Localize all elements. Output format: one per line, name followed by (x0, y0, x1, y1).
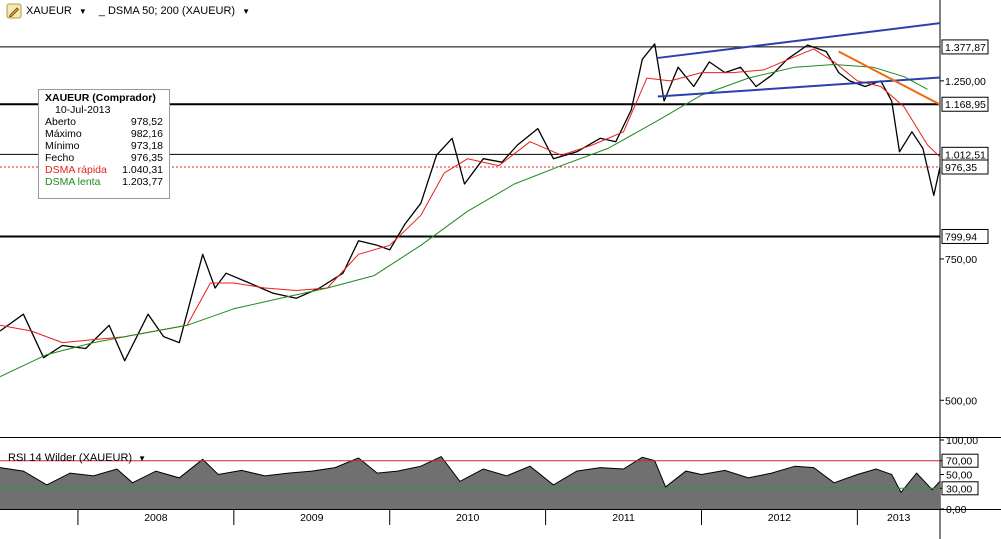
x-tick-label: 2008 (144, 512, 168, 524)
symbol-dropdown-icon[interactable]: ▼ (79, 7, 87, 16)
data-window-row: DSMA lenta 1.203,77 (45, 176, 163, 188)
rsi-title-label: RSI 14 Wilder (XAUEUR) (8, 452, 133, 464)
y-tick-label: 1.250,00 (945, 76, 986, 88)
data-window-title: XAUEUR (Comprador) (45, 92, 156, 104)
data-window-row: Aberto 978,52 (45, 116, 163, 128)
data-window-row: Máximo 982,16 (45, 128, 163, 140)
indicator-label: _ DSMA 50; 200 (XAUEUR) (98, 5, 236, 17)
symbol-label: XAUEUR (26, 5, 72, 17)
indicator-dropdown-icon[interactable]: ▼ (242, 7, 250, 16)
data-window-value: 976,35 (130, 152, 163, 164)
x-tick-label: 2009 (300, 512, 324, 524)
rsi-y-tick-label: 50,00 (946, 470, 972, 482)
data-window: XAUEUR (Comprador) 10-Jul-2013 Aberto 978… (38, 89, 170, 199)
rsi-y-tick-label: 100,00 (946, 435, 978, 447)
x-tick-label: 2013 (887, 512, 911, 524)
rsi-y-tick-label: 70,00 (946, 456, 972, 468)
rsi-dropdown-icon[interactable]: ▼ (138, 454, 146, 463)
data-window-label: Aberto (45, 116, 76, 128)
data-window-row: Fecho 976,35 (45, 152, 163, 164)
data-window-label: Máximo (45, 128, 82, 140)
pencil-icon[interactable] (6, 3, 22, 19)
data-window-row: Mínimo 973,18 (45, 140, 163, 152)
y-tick-label: 500,00 (945, 395, 977, 407)
rsi-y-tick-label: 0,00 (946, 504, 967, 516)
price-level-label: 1.168,95 (945, 99, 986, 111)
chart-toolbar: XAUEUR ▼ _ DSMA 50; 200 (XAUEUR) ▼ (0, 0, 940, 22)
data-window-row: DSMA rápida 1.040,31 (45, 164, 163, 176)
x-tick-label: 2011 (612, 512, 635, 524)
data-window-value: 978,52 (130, 116, 163, 128)
data-window-value: 982,16 (130, 128, 163, 140)
data-window-rows: Aberto 978,52 Máximo 982,16 Mínimo 973,18 Fech… (45, 116, 163, 188)
data-window-label: DSMA rápida (45, 164, 107, 176)
data-window-date: 10-Jul-2013 (55, 104, 111, 116)
price-level-label: 976,35 (945, 162, 977, 174)
data-window-value: 1.040,31 (122, 164, 163, 176)
data-window-label: Fecho (45, 152, 75, 164)
data-window-value: 1.203,77 (122, 176, 163, 188)
price-level-label: 1.377,87 (945, 42, 986, 54)
data-window-label: DSMA lenta (45, 176, 101, 188)
price-level-label: 799,94 (945, 231, 977, 243)
x-tick-label: 2012 (768, 512, 792, 524)
price-chart[interactable]: 1.377,871.168,951.012,51976,35799,94500,… (0, 0, 1001, 539)
y-tick-label: 750,00 (945, 254, 977, 266)
data-window-value: 973,18 (130, 140, 163, 152)
x-tick-label: 2010 (456, 512, 480, 524)
rsi-y-tick-label: 30,00 (946, 483, 972, 495)
data-window-label: Mínimo (45, 140, 80, 152)
chart-root: 1.377,87 1.168,95 1.012,51 976,35 799,94 500,… (0, 0, 1001, 539)
rsi-panel-title: RSI 14 Wilder (XAUEUR) ▼ (8, 452, 146, 464)
rsi-area (0, 456, 940, 509)
